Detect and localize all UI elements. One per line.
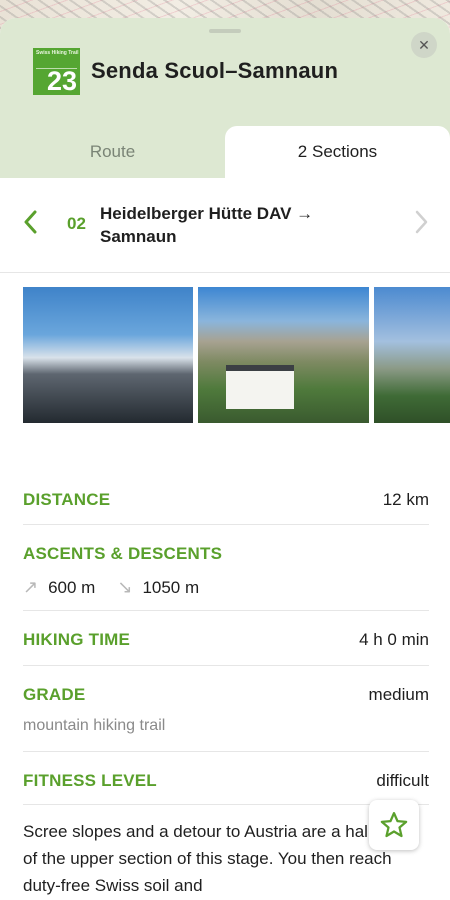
tab-sections[interactable]: 2 Sections <box>225 126 450 178</box>
favorite-button[interactable] <box>369 800 419 850</box>
distance-value: 12 km <box>382 490 429 509</box>
gallery-photo[interactable] <box>374 287 450 423</box>
grade-value: medium <box>368 685 429 704</box>
grade-row: GRADE medium mountain hiking trail <box>23 666 429 752</box>
route-details: DISTANCE 12 km ASCENTS & DESCENTS ↗ 600 … <box>23 462 429 805</box>
next-section-button[interactable] <box>410 208 434 236</box>
chevron-left-icon <box>24 210 37 234</box>
close-icon: ✕ <box>418 36 430 53</box>
fitness-label: FITNESS LEVEL <box>23 771 157 790</box>
hut-illustration <box>226 365 294 409</box>
fitness-row: FITNESS LEVEL difficult <box>23 752 429 805</box>
logo-text: Swiss Hiking Trail <box>36 50 79 56</box>
fitness-value: difficult <box>376 771 429 790</box>
hiking-time-label: HIKING TIME <box>23 630 131 649</box>
arrow-down-right-icon: ↘ <box>117 577 133 597</box>
sheet-header: ✕ Swiss Hiking Trail 23 Senda Scuol–Samn… <box>0 18 450 126</box>
distance-row: DISTANCE 12 km <box>23 462 429 525</box>
distance-label: DISTANCE <box>23 490 111 509</box>
hiking-time-row: HIKING TIME 4 h 0 min <box>23 611 429 666</box>
hiking-time-value: 4 h 0 min <box>359 630 429 649</box>
star-icon <box>380 812 408 838</box>
grade-description: mountain hiking trail <box>23 717 166 734</box>
route-number: 23 <box>46 66 77 95</box>
gallery-photo[interactable] <box>23 287 193 423</box>
ascent-value: 600 m <box>48 577 96 597</box>
ascents-label: ASCENTS & DESCENTS <box>23 544 223 563</box>
route-title: Senda Scuol–Samnaun <box>91 58 339 83</box>
grade-label: GRADE <box>23 685 86 704</box>
tab-route[interactable]: Route <box>0 126 225 178</box>
section-description: Scree slopes and a detour to Austria are… <box>23 822 410 895</box>
close-button[interactable]: ✕ <box>411 32 437 58</box>
previous-section-button[interactable] <box>18 208 42 236</box>
gallery-photo[interactable] <box>198 287 369 423</box>
photo-gallery[interactable] <box>23 287 450 423</box>
drag-handle[interactable] <box>209 29 241 33</box>
ascents-row: ASCENTS & DESCENTS ↗ 600 m ↘ 1050 m <box>23 525 429 611</box>
tab-bar: Route 2 Sections <box>0 126 450 178</box>
section-number: 02 <box>67 214 86 233</box>
section-navigator: 02 Heidelberger Hütte DAV → Samnaun <box>0 178 450 273</box>
arrow-up-right-icon: ↗ <box>23 577 39 597</box>
section-title: Heidelberger Hütte DAV → Samnaun <box>100 204 314 246</box>
route-logo: Swiss Hiking Trail 23 <box>33 48 80 95</box>
descent-value: 1050 m <box>142 577 200 597</box>
chevron-right-icon <box>415 210 428 234</box>
